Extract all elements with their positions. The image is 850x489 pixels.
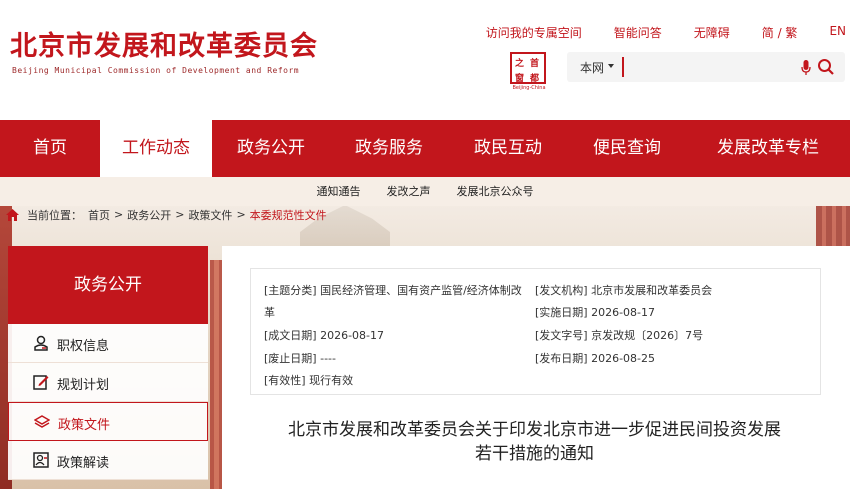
nav-item-home[interactable]: 首页 [0,120,100,177]
sidebar-item-label: 职权信息 [57,339,110,354]
nav-item-reform-column[interactable]: 发展改革专栏 [686,120,850,177]
simplified-traditional-link[interactable]: 简 / 繁 [762,24,798,41]
subnav-item-voice[interactable]: 发改之声 [387,177,431,206]
nav-item-gov-affairs[interactable]: 政务公开 [212,120,330,177]
layers-icon [34,415,50,428]
issuer-field: [发文机构] 北京市发展和改革委员会 [535,284,713,297]
created-date-field: [成文日期] 2026-08-17 [264,329,385,342]
document-panel: [主题分类] 国民经济管理、国有资产监管/经济体制改 革 [发文机构] 北京市发… [222,246,850,489]
doc-number-field: [发文字号] 京发改规〔2026〕7号 [535,329,704,342]
validity-field: [有效性] 现行有效 [264,374,354,387]
site-title[interactable]: 北京市发展和改革委员会 [10,24,318,63]
subnav-item-wechat[interactable]: 发展北京公众号 [457,177,534,206]
document-meta-table: [主题分类] 国民经济管理、国有资产监管/经济体制改 革 [发文机构] 北京市发… [250,268,821,395]
nav-item-work-news[interactable]: 工作动态 [100,120,212,177]
nav-item-gov-services[interactable]: 政务服务 [330,120,448,177]
search-input[interactable] [622,57,792,77]
search-icon[interactable] [817,58,835,76]
sidebar-item-planning[interactable]: 规划计划 [8,363,208,402]
sidebar-item-label: 政策解读 [57,456,110,471]
breadcrumb-gov-affairs[interactable]: 政务公开 [127,207,171,223]
breadcrumb-policy-docs[interactable]: 政策文件 [188,207,232,223]
microphone-icon[interactable] [801,60,811,76]
breadcrumb-label: 当前位置： [27,208,82,222]
subnav-item-notices[interactable]: 通知通告 [317,177,361,206]
sub-nav: 通知通告 发改之声 发展北京公众号 [0,177,850,206]
document-title: 北京市发展和改革委员会关于印发北京市进一步促进民间投资发展 若干措施的通知 [288,420,781,464]
capital-window-logo[interactable]: 首 都 之 窗 Beijing-China [507,52,549,94]
repeal-date-field: [废止日期] ---- [264,352,336,365]
sidebar-item-label: 政策文件 [58,418,111,433]
effective-date-field: [实施日期] 2026-08-17 [535,306,656,319]
reader-icon [33,452,49,468]
top-links: 访问我的专属空间 智能问答 无障碍 简 / 繁 EN [454,24,846,41]
nav-item-public-query[interactable]: 便民查询 [568,120,686,177]
publish-date-field: [发布日期] 2026-08-25 [535,352,656,365]
nav-item-interaction[interactable]: 政民互动 [448,120,568,177]
sidebar-item-authority-info[interactable]: 职权信息 [8,324,208,363]
my-space-link[interactable]: 访问我的专属空间 [486,24,582,41]
topic-field-cont: 革 [264,306,275,319]
breadcrumb: 当前位置： 首页 > 政务公开 > 政策文件 > 本委规范性文件 [6,206,327,223]
breadcrumb-home[interactable]: 首页 [88,207,110,223]
english-link[interactable]: EN [829,24,846,41]
smart-qa-link[interactable]: 智能问答 [614,24,662,41]
accessibility-link[interactable]: 无障碍 [694,24,730,41]
person-badge-icon [34,335,48,351]
edit-document-icon [33,375,49,390]
sidebar-item-policy-docs[interactable]: 政策文件 [8,402,208,441]
main-nav: 首页 工作动态 政务公开 政务服务 政民互动 便民查询 发展改革专栏 [0,120,850,177]
sidebar: 政务公开 职权信息 规划计划 政策文件 政策解读 [8,246,208,489]
topic-field: [主题分类] 国民经济管理、国有资产监管/经济体制改 [264,284,522,297]
sidebar-heading: 政务公开 [8,246,208,324]
breadcrumb-current[interactable]: 本委规范性文件 [250,207,327,223]
site-header: 北京市发展和改革委员会 Beijing Municipal Commission… [0,0,850,120]
search-box: 本网 [567,52,845,82]
sidebar-item-label: 规划计划 [57,378,110,393]
search-scope-select[interactable]: 本网 [580,59,604,76]
home-icon [6,208,19,221]
site-subtitle: Beijing Municipal Commission of Developm… [12,66,300,75]
chevron-down-icon[interactable] [608,64,614,68]
sidebar-item-policy-interpretation[interactable]: 政策解读 [8,441,208,480]
